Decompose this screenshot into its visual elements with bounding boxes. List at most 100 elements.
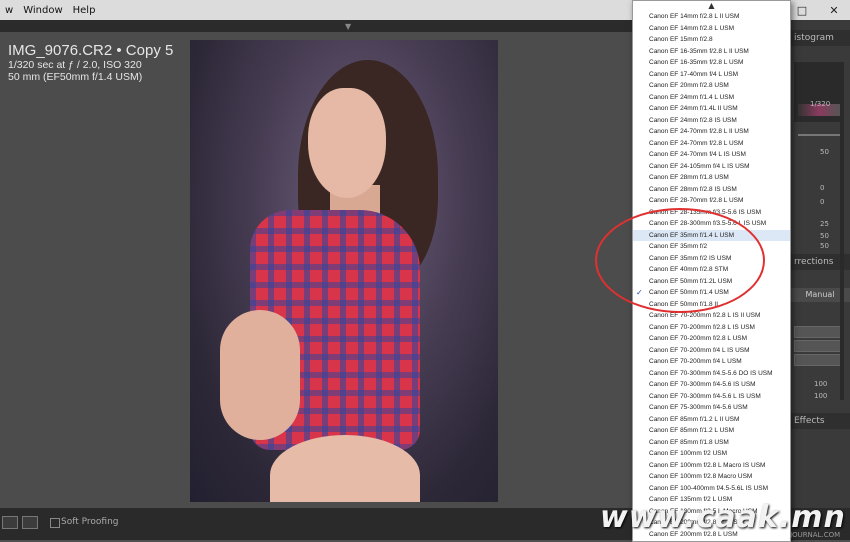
slider-value: 100 — [814, 392, 828, 400]
lens-option-label: Canon EF 70-200mm f/4 L USM — [649, 358, 742, 365]
collapse-triangle-icon[interactable]: ▼ — [345, 22, 351, 31]
lens-option[interactable]: Canon EF 70-300mm f/4-5.6 L IS USM — [633, 391, 790, 403]
lens-option[interactable]: Canon EF 24mm f/1.4L II USM — [633, 103, 790, 115]
menu-item-view[interactable]: w — [0, 5, 18, 16]
lens-option[interactable]: Canon EF 70-200mm f/2.8 L IS USM — [633, 322, 790, 334]
slider-value: 0 — [820, 184, 825, 192]
develop-right-panel: istogram 1/320 50 0 0 25 50 50 rrections… — [790, 20, 850, 508]
lens-option[interactable]: Canon EF 70-200mm f/4 L IS USM — [633, 345, 790, 357]
lens-option-label: Canon EF 24mm f/1.4L II USM — [649, 105, 738, 112]
histogram-shutter-value: 1/320 — [810, 100, 831, 108]
lens-option[interactable]: Canon EF 28mm f/1.8 USM — [633, 172, 790, 184]
lens-option[interactable]: Canon EF 20mm f/2.8 USM — [633, 80, 790, 92]
lens-option-label: Canon EF 28-70mm f/2.8 L USM — [649, 197, 744, 204]
profile-select[interactable] — [794, 354, 842, 366]
menu-item-help[interactable]: Help — [68, 5, 101, 16]
histogram — [794, 62, 844, 122]
lens-option[interactable]: Canon EF 100-400mm f/4.5-5.6L IS USM — [633, 483, 790, 495]
watermark-logo: www.caak.mn — [600, 500, 846, 535]
photo-preview[interactable] — [190, 40, 498, 502]
compare-view-button[interactable] — [22, 516, 38, 529]
lens-option-label: Canon EF 24-70mm f/2.8 L II USM — [649, 128, 749, 135]
lens-option[interactable]: Canon EF 14mm f/2.8 L II USM — [633, 11, 790, 23]
lens-option-label: Canon EF 16-35mm f/2.8 L II USM — [649, 47, 749, 55]
lens-option[interactable]: Canon EF 85mm f/1.2 L II USM — [633, 414, 790, 426]
lens-option[interactable]: Canon EF 24-105mm f/4 L IS USM — [633, 161, 790, 173]
watermark-subtext: JOURNAL.COM — [790, 531, 841, 539]
lens-option[interactable]: Canon EF 70-300mm f/4-5.6 IS USM — [633, 379, 790, 391]
lens-option[interactable]: Canon EF 24-70mm f/4 L IS USM — [633, 149, 790, 161]
slider-value: 50 — [820, 242, 829, 250]
lens-option-label: Canon EF 100mm f/2.8 Macro USM — [649, 473, 753, 480]
lens-option[interactable]: Canon EF 24-70mm f/2.8 L II USM — [633, 126, 790, 138]
lens-option-label: Canon EF 24-105mm f/4 L IS USM — [649, 162, 750, 170]
highlight-annotation-circle — [595, 208, 765, 313]
lens-option-label: Canon EF 70-200mm f/2.8 L IS II USM — [649, 312, 761, 319]
lens-option[interactable]: Canon EF 24-70mm f/2.8 L USM — [633, 138, 790, 150]
lens-option-label: Canon EF 14mm f/2.8 L II USM — [649, 13, 740, 20]
lens-option[interactable]: Canon EF 85mm f/1.2 L USM — [633, 425, 790, 437]
lens-option[interactable]: Canon EF 70-300mm f/4.5-5.6 DO IS USM — [633, 368, 790, 380]
close-button[interactable]: ✕ — [818, 0, 850, 20]
lens-option-label: Canon EF 28mm f/2.8 IS USM — [649, 185, 737, 193]
lens-option[interactable]: Canon EF 15mm f/2.8 — [633, 34, 790, 46]
lens-option-label: Canon EF 70-300mm f/4-5.6 L IS USM — [649, 392, 761, 400]
lens-option[interactable]: Canon EF 16-35mm f/2.8 L USM — [633, 57, 790, 69]
slider-value: 25 — [820, 220, 829, 228]
panel-scrollbar[interactable] — [840, 100, 844, 400]
scroll-up-arrow-icon[interactable]: ▲ — [633, 1, 790, 11]
loupe-view-button[interactable] — [2, 516, 18, 529]
lens-option[interactable]: Canon EF 100mm f/2 USM — [633, 448, 790, 460]
photo-arm-shape — [220, 310, 300, 440]
histogram-header[interactable]: istogram — [790, 30, 850, 46]
lens-option[interactable]: Canon EF 70-200mm f/4 L USM — [633, 356, 790, 368]
soft-proofing-label: Soft Proofing — [61, 517, 119, 527]
lens-option-label: Canon EF 75-300mm f/4-5.6 USM — [649, 404, 748, 411]
lens-option-label: Canon EF 100mm f/2.8 L Macro IS USM — [649, 461, 766, 469]
photo-exposure: 1/320 sec at ƒ / 2.0, ISO 320 — [8, 59, 142, 72]
lens-option-label: Canon EF 70-200mm f/4 L IS USM — [649, 346, 750, 354]
menu-item-window[interactable]: Window — [18, 5, 67, 16]
lens-option[interactable]: Canon EF 16-35mm f/2.8 L II USM — [633, 46, 790, 58]
photo-filename: IMG_9076.CR2 • Copy 5 — [8, 42, 174, 59]
lens-option-label: Canon EF 85mm f/1.2 L USM — [649, 427, 735, 434]
lens-option-label: Canon EF 85mm f/1.8 USM — [649, 438, 729, 446]
lens-option-label: Canon EF 70-300mm f/4.5-5.6 DO IS USM — [649, 369, 773, 377]
lens-option[interactable]: Canon EF 85mm f/1.8 USM — [633, 437, 790, 449]
lens-option[interactable]: Canon EF 28mm f/2.8 IS USM — [633, 184, 790, 196]
lens-option-label: Canon EF 24mm f/1.4 L USM — [649, 93, 735, 101]
lens-option-label: Canon EF 14mm f/2.8 L USM — [649, 24, 735, 32]
lens-option[interactable]: Canon EF 14mm f/2.8 L USM — [633, 23, 790, 35]
lens-option-label: Canon EF 16-35mm f/2.8 L USM — [649, 59, 744, 66]
tool-slider[interactable] — [798, 134, 840, 136]
photo-lens: 50 mm (EF50mm f/1.4 USM) — [8, 71, 143, 84]
photo-info-overlay: IMG_9076.CR2 • Copy 5 1/320 sec at ƒ / 2… — [8, 42, 173, 83]
slider-value: 50 — [820, 232, 829, 240]
photo-face-shape — [308, 88, 386, 198]
lens-option-label: Canon EF 100mm f/2 USM — [649, 450, 728, 457]
lens-option[interactable]: Canon EF 28-70mm f/2.8 L USM — [633, 195, 790, 207]
lens-option-label: Canon EF 24-70mm f/4 L IS USM — [649, 151, 746, 158]
slider-value: 0 — [820, 198, 825, 206]
lens-option-label: Canon EF 17-40mm f/4 L USM — [649, 70, 738, 78]
effects-header[interactable]: Effects — [790, 413, 850, 429]
lens-option[interactable]: Canon EF 100mm f/2.8 L Macro IS USM — [633, 460, 790, 472]
lens-option-label: Canon EF 24-70mm f/2.8 L USM — [649, 139, 744, 147]
lens-option[interactable]: Canon EF 70-200mm f/2.8 L IS II USM — [633, 310, 790, 322]
slider-value: 50 — [820, 148, 829, 156]
lens-option-label: Canon EF 70-200mm f/2.8 L IS USM — [649, 323, 755, 331]
lens-option-label: Canon EF 70-200mm f/2.8 L USM — [649, 335, 748, 342]
slider-value: 100 — [814, 380, 828, 388]
lens-option[interactable]: Canon EF 24mm f/2.8 IS USM — [633, 115, 790, 127]
lens-option[interactable]: Canon EF 17-40mm f/4 L USM — [633, 69, 790, 81]
lens-option[interactable]: Canon EF 100mm f/2.8 Macro USM — [633, 471, 790, 483]
lens-option-label: Canon EF 85mm f/1.2 L II USM — [649, 415, 740, 423]
model-select[interactable] — [794, 340, 842, 352]
lens-option-label: Canon EF 28mm f/1.8 USM — [649, 174, 729, 181]
lens-option[interactable]: Canon EF 75-300mm f/4-5.6 USM — [633, 402, 790, 414]
make-select[interactable] — [794, 326, 842, 338]
lens-option[interactable]: Canon EF 70-200mm f/2.8 L USM — [633, 333, 790, 345]
lens-option[interactable]: Canon EF 24mm f/1.4 L USM — [633, 92, 790, 104]
lens-option-label: Canon EF 70-300mm f/4-5.6 IS USM — [649, 381, 756, 388]
soft-proofing-checkbox[interactable] — [50, 518, 60, 528]
